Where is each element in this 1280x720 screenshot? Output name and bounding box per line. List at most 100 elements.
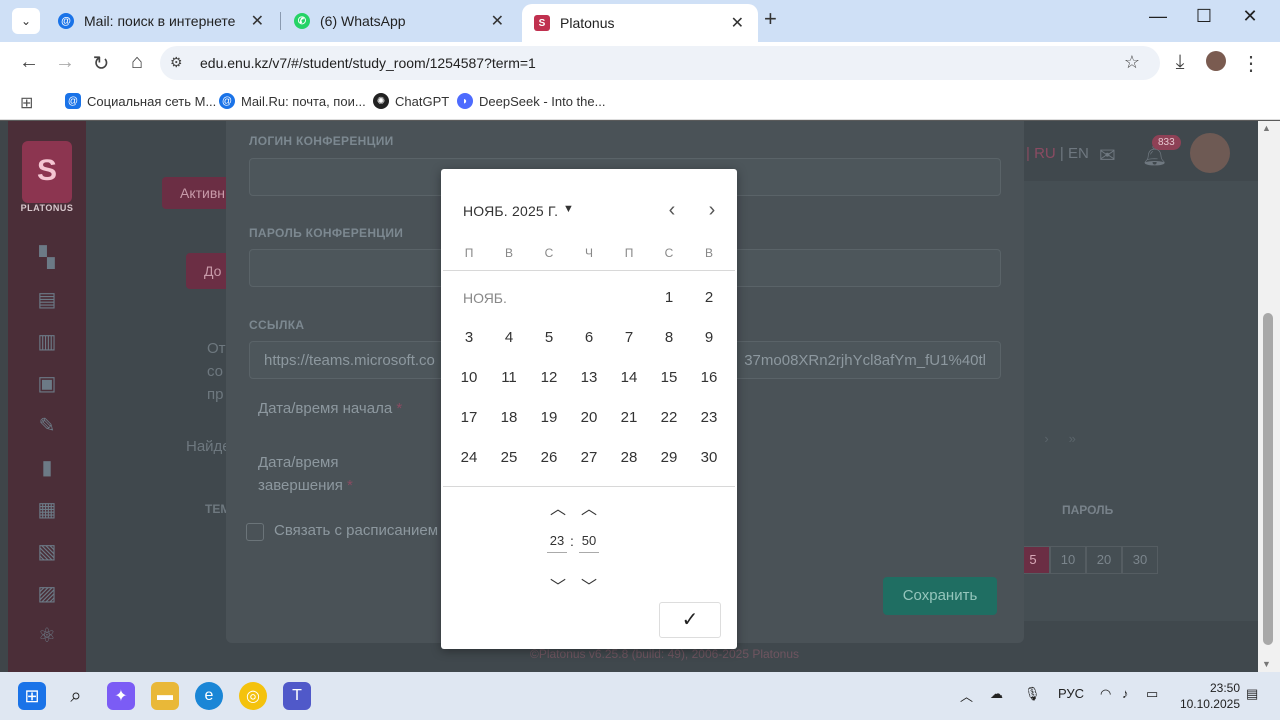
reload-icon[interactable]: ↻ [89, 51, 113, 76]
calendar-day[interactable]: 5 [529, 329, 569, 346]
notifications-icon[interactable]: ▤ [1246, 686, 1258, 702]
calendar-day[interactable]: 16 [689, 369, 729, 386]
battery-icon[interactable]: ▭ [1146, 686, 1158, 702]
calendar-day[interactable]: 19 [529, 409, 569, 426]
calendar-day[interactable]: 10 [449, 369, 489, 386]
copilot-icon[interactable]: ✦ [107, 682, 135, 710]
lang-en[interactable]: EN [1068, 145, 1089, 162]
maximize-button[interactable]: ☐ [1184, 6, 1224, 27]
monitor-icon[interactable]: ▣ [34, 371, 60, 395]
calendar-day[interactable]: 2 [689, 289, 729, 306]
calendar-day[interactable]: 6 [569, 329, 609, 346]
files-icon[interactable]: ▤ [34, 287, 60, 311]
calendar-day[interactable]: 3 [449, 329, 489, 346]
microphone-icon[interactable]: 🎙︎ [1024, 686, 1041, 702]
forward-icon[interactable]: → [53, 51, 77, 74]
edge-icon[interactable]: e [195, 682, 223, 710]
close-icon[interactable]: ✕ [731, 13, 744, 33]
menu-icon[interactable]: ⋮ [1239, 51, 1263, 76]
tray-overflow-icon[interactable]: ︿ [960, 686, 973, 705]
bookmark-item[interactable]: @ Mail.Ru: почта, пои... [219, 93, 366, 109]
tab-whatsapp[interactable]: ✆ (6) WhatsApp ✕ [282, 4, 518, 38]
teams-icon[interactable]: T [283, 682, 311, 710]
close-icon[interactable]: ✕ [251, 11, 264, 31]
avatar[interactable] [1190, 133, 1230, 173]
calendar-day[interactable]: 9 [689, 329, 729, 346]
calendar-day[interactable]: 14 [609, 369, 649, 386]
calendar-day[interactable]: 8 [649, 329, 689, 346]
calendar-day[interactable]: 28 [609, 449, 649, 466]
page-size-option[interactable]: 20 [1086, 546, 1122, 574]
calendar-day[interactable]: 15 [649, 369, 689, 386]
confirm-button[interactable]: ✓ [659, 602, 721, 638]
windows-start-icon[interactable]: ⊞ [18, 682, 46, 710]
file-explorer-icon[interactable]: ▬ [151, 682, 179, 710]
classroom-icon[interactable]: ▨ [34, 581, 60, 605]
teacher-icon[interactable]: ▦ [34, 497, 60, 521]
close-window-button[interactable]: ✕ [1230, 6, 1270, 27]
wifi-icon[interactable]: ◠ [1100, 686, 1111, 702]
bookmark-item[interactable]: ◗ DeepSeek - Into the... [457, 93, 605, 109]
folder-icon[interactable]: ▧ [34, 539, 60, 563]
close-icon[interactable]: ✕ [491, 11, 504, 31]
platonus-logo[interactable]: S [22, 141, 72, 203]
system-clock[interactable]: 23:50 10.10.2025 [1176, 680, 1240, 712]
save-button[interactable]: Сохранить [883, 577, 997, 615]
chevron-left-icon[interactable]: ‹ [660, 199, 684, 222]
page-size-option[interactable]: 10 [1050, 546, 1086, 574]
back-icon[interactable]: ← [17, 51, 41, 74]
calendar-day[interactable]: 4 [489, 329, 529, 346]
hour-input[interactable]: 23 [547, 533, 567, 553]
home-icon[interactable]: ⌂ [125, 51, 149, 74]
calendar-day[interactable]: 23 [689, 409, 729, 426]
bookmark-item[interactable]: ✺ ChatGPT [373, 93, 449, 109]
bookmark-star-icon[interactable]: ☆ [1124, 52, 1140, 73]
pagination-arrows[interactable]: ‹›» [1020, 431, 1096, 446]
download-icon[interactable]: ⤓ [1168, 51, 1192, 74]
scrollbar-thumb[interactable] [1263, 313, 1273, 645]
calendar-day[interactable]: 20 [569, 409, 609, 426]
input-language[interactable]: РУС [1058, 686, 1084, 701]
tab-platonus[interactable]: S Platonus ✕ [522, 4, 758, 42]
course-icon[interactable]: ▚ [34, 245, 60, 269]
calendar-day[interactable]: 26 [529, 449, 569, 466]
bookmark-item[interactable]: @ Социальная сеть М... [65, 93, 216, 109]
calendar-day[interactable]: 25 [489, 449, 529, 466]
calendar-day[interactable]: 22 [649, 409, 689, 426]
calendar-day[interactable]: 29 [649, 449, 689, 466]
address-bar[interactable]: ⚙ edu.enu.kz/v7/#/student/study_room/125… [160, 46, 1160, 80]
tab-mail[interactable]: @ Mail: поиск в интернете ✕ [46, 4, 278, 38]
month-year-selector[interactable]: НОЯБ. 2025 Г. [463, 203, 558, 219]
calendar-day[interactable]: 30 [689, 449, 729, 466]
caret-down-icon[interactable]: ▼ [563, 203, 574, 215]
calendar-day[interactable]: 21 [609, 409, 649, 426]
language-switch[interactable]: | RU | EN [1026, 145, 1089, 162]
chevron-right-icon[interactable]: › [700, 199, 724, 222]
calendar-day[interactable]: 13 [569, 369, 609, 386]
tab-search-dropdown[interactable]: ⌄ [12, 8, 40, 34]
site-info-icon[interactable]: ⚙ [170, 54, 183, 71]
chrome-icon[interactable]: ◎ [239, 682, 267, 710]
schedule-checkbox[interactable] [246, 523, 264, 541]
apps-grid-icon[interactable]: ⊞ [20, 93, 33, 113]
hour-down-chevron-icon[interactable]: ﹀ [548, 573, 568, 597]
edit-icon[interactable]: ✎ [34, 413, 60, 437]
calendar-day[interactable]: 7 [609, 329, 649, 346]
hour-up-chevron-icon[interactable]: ︿ [548, 495, 568, 519]
scroll-up-icon[interactable]: ▲ [1262, 123, 1271, 133]
calendar-day[interactable]: 1 [649, 289, 689, 306]
calendar-day[interactable]: 24 [449, 449, 489, 466]
chart-icon[interactable]: ▮ [34, 455, 60, 479]
calendar-day[interactable]: 27 [569, 449, 609, 466]
calendar-day[interactable]: 12 [529, 369, 569, 386]
calendar-day[interactable]: 18 [489, 409, 529, 426]
volume-icon[interactable]: ♪ [1122, 686, 1129, 701]
atom-icon[interactable]: ⚛ [34, 623, 60, 647]
page-scrollbar[interactable]: ▲ ▼ [1258, 121, 1280, 672]
envelope-icon[interactable]: ✉ [1099, 143, 1116, 168]
calendar-day[interactable]: 11 [489, 369, 529, 386]
book-icon[interactable]: ▥ [34, 329, 60, 353]
onedrive-icon[interactable]: ☁ [990, 686, 1003, 702]
page-size-option[interactable]: 30 [1122, 546, 1158, 574]
minute-down-chevron-icon[interactable]: ﹀ [579, 573, 599, 597]
